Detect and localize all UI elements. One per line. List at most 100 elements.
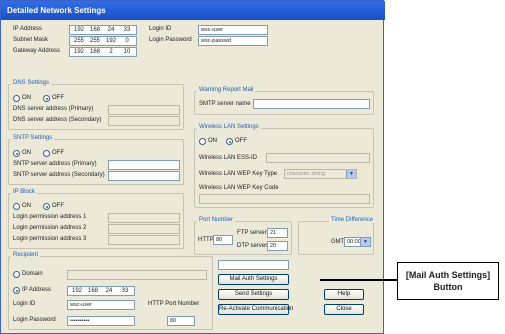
gw-seg-4: 10 [123,49,131,55]
login-id-field[interactable]: wsc-user [198,25,268,35]
recipient-title: Recipient [11,252,41,258]
status-field [218,260,289,270]
close-button[interactable]: Close [324,304,364,315]
login-password-field[interactable]: wsc-passwd [198,36,268,46]
ip-address-field[interactable]: 192 168 24 33 [69,25,137,35]
sntp-on-radio[interactable] [13,150,20,157]
wlan-off-radio[interactable] [226,138,233,145]
subnet-mask-field[interactable]: 255 255 192 0 [69,36,137,46]
essid-field[interactable] [266,153,370,163]
mask-seg-2: 255 [89,38,100,44]
rip-seg-3: 24 [105,288,113,294]
permission-address-1-label: Login permission address 1 [13,214,87,220]
ip-seg-3: 24 [107,27,115,33]
recipient-login-id-label: Login ID [13,301,36,307]
ipblock-on-radio[interactable] [13,203,20,210]
wlan-on-label: ON [208,138,217,144]
wep-key-type-label: Wireless LAN WEP Key Type [199,171,278,177]
gmt-value: 00:00 [347,239,361,245]
settings-window: Detailed Network Settings IP Address 192… [0,0,385,334]
permission-address-3-field[interactable] [108,235,180,245]
permission-address-1-field[interactable] [108,213,180,223]
http-port-number-label: HTTP Port Number [148,301,200,307]
recipient-login-password-field[interactable]: •••••••••• [67,316,135,326]
dns-on-label: ON [22,95,31,101]
gateway-label: Gateway Address [13,48,61,54]
wireless-lan-title: Wireless LAN Settings [197,124,261,130]
dns-on-radio[interactable] [13,95,20,102]
dns-settings-title: DNS Settings [11,80,52,86]
permission-address-2-field[interactable] [108,224,180,234]
callout-leader-line [320,279,398,281]
permission-address-2-label: Login permission address 2 [13,225,87,231]
sntp-secondary-field[interactable] [108,171,180,181]
http-port-number-field[interactable]: 80 [167,316,195,326]
ftp-server-field[interactable]: 21 [267,228,288,238]
http-port-field[interactable]: 80 [213,235,233,245]
reactivate-communication-button[interactable]: Re-Activate Communication [218,304,293,315]
domain-radio[interactable] [13,271,20,278]
rip-seg-2: 168 [87,288,98,294]
dns-off-label: OFF [52,95,64,101]
port-number-title: Port Number [197,217,236,223]
dns-off-radio[interactable] [43,95,50,102]
dns-primary-field[interactable] [108,105,180,115]
ipblock-off-radio[interactable] [43,203,50,210]
login-password-label: Login Password [149,37,192,43]
wep-key-code-label: Wireless LAN WEP Key Code [199,185,279,191]
mask-seg-3: 192 [105,38,116,44]
callout-box: [Mail Auth Settings] Button [397,262,499,300]
ftp-server-label: FTP server [237,230,267,236]
permission-address-3-label: Login permission address 3 [13,236,87,242]
ip-address-label: IP Address [13,26,42,32]
dns-secondary-label: DNS server address (Secondary) [13,117,102,123]
window-title: Detailed Network Settings [1,1,385,20]
mask-seg-4: 0 [125,38,129,44]
ipblock-off-label: OFF [52,203,64,209]
ip-block-title: IP Block [11,189,37,195]
dns-primary-label: DNS server address (Primary) [13,106,94,112]
domain-field[interactable] [67,270,207,280]
subnet-mask-label: Subnet Mask [13,37,49,43]
sntp-primary-field[interactable] [108,160,180,170]
recipient-ip-radio[interactable] [13,287,20,294]
wlan-on-radio[interactable] [199,138,206,145]
help-button[interactable]: Help [324,289,364,300]
mail-auth-settings-button[interactable]: Mail Auth Settings [218,274,289,285]
callout-line-1: [Mail Auth Settings] [405,270,491,280]
gateway-field[interactable]: 192 168 2 10 [69,47,137,57]
sntp-on-label: ON [22,150,31,156]
wep-key-code-field[interactable] [199,194,370,204]
recipient-login-id-field[interactable]: wsc-user [67,300,135,310]
recipient-ip-field[interactable]: 192 168 24 33 [67,286,135,296]
smtp-server-name-label: SMTP server name [199,101,251,107]
dtp-server-label: DTP server [237,243,268,249]
dtp-server-field[interactable]: 20 [267,241,288,251]
http-port-label: HTTP [198,237,214,243]
smtp-server-name-field[interactable] [253,99,370,109]
chevron-down-icon: ▼ [346,170,356,178]
sntp-off-label: OFF [52,150,64,156]
ip-seg-2: 168 [89,27,100,33]
gw-seg-2: 168 [89,49,100,55]
callout-line-2: Button [433,282,463,292]
ip-seg-4: 33 [123,27,131,33]
wep-key-type-value: character string [287,171,325,177]
wep-key-type-select[interactable]: character string ▼ [284,169,357,179]
rip-seg-4: 33 [121,288,129,294]
gw-seg-1: 192 [73,49,84,55]
gmt-label: GMT [331,239,345,245]
send-settings-button[interactable]: Send Settings [218,289,289,300]
sntp-off-radio[interactable] [43,150,50,157]
wlan-off-label: OFF [235,138,247,144]
dns-secondary-field[interactable] [108,116,180,126]
login-id-label: Login ID [149,26,172,32]
chevron-down-icon: ▼ [360,238,370,246]
essid-label: Wireless LAN ESS-ID [199,155,258,161]
ipblock-on-label: ON [22,203,31,209]
gmt-select[interactable]: 00:00 ▼ [344,237,371,247]
time-difference-title: Time Difference [329,217,376,223]
recipient-login-password-label: Login Password [13,317,56,323]
domain-label: Domain [22,271,43,277]
sntp-secondary-label: SNTP server address (Secondary) [13,172,105,178]
